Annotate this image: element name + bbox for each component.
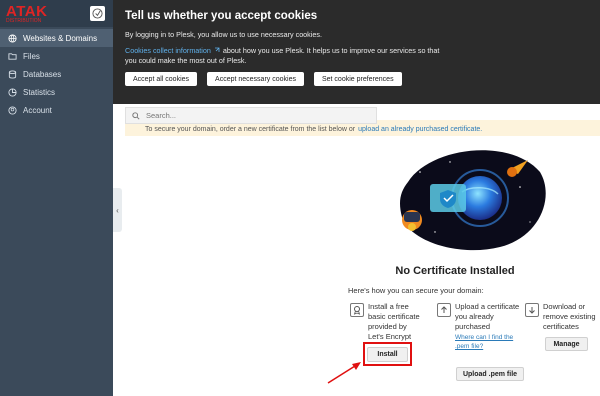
check-badge-icon (90, 6, 105, 21)
sidebar-item-label: Databases (23, 69, 62, 79)
sidebar-item-databases[interactable]: Databases (0, 65, 113, 83)
no-certificate-heading: No Certificate Installed (395, 265, 515, 277)
option-lets-encrypt: Install a free basic certificate provide… (350, 302, 424, 342)
sidebar-item-label: Account (23, 105, 52, 115)
option-text: Upload a certificate you already purchas… (455, 302, 520, 331)
globe-icon (8, 33, 17, 43)
cookie-description: Cookies collect information about how yo… (125, 46, 588, 66)
sidebar-item-files[interactable]: Files (0, 47, 113, 65)
chart-icon (8, 87, 17, 97)
logo-subtitle: DISTRIBUTION (6, 18, 42, 24)
sidebar-item-websites-domains[interactable]: Websites & Domains (0, 29, 113, 47)
find-pem-file-link[interactable]: Where can I find the .pem file? (455, 333, 521, 351)
option-manage-certificates: Download or remove existing certificates (525, 302, 599, 332)
upload-icon (437, 303, 451, 317)
sidebar-item-account[interactable]: Account (0, 101, 113, 119)
download-icon (525, 303, 539, 317)
accept-all-cookies-button[interactable]: Accept all cookies (125, 72, 198, 86)
red-arrow-annotation (327, 362, 361, 384)
database-icon (8, 69, 17, 79)
sidebar-item-label: Statistics (23, 87, 56, 97)
manage-button[interactable]: Manage (545, 337, 588, 351)
search-icon (132, 111, 140, 120)
option-text: Install a free basic certificate provide… (368, 302, 420, 341)
certificate-icon (350, 303, 364, 317)
logo-area: ATAK DISTRIBUTION (0, 0, 113, 27)
accept-necessary-cookies-button[interactable]: Accept necessary cookies (207, 72, 304, 86)
secure-domain-subheading: Here's how you can secure your domain: (348, 286, 484, 295)
sidebar-item-label: Websites & Domains (23, 33, 98, 43)
upload-pem-file-button[interactable]: Upload .pem file (456, 367, 524, 381)
logo[interactable]: ATAK DISTRIBUTION (6, 3, 47, 24)
sidebar-item-label: Files (23, 51, 40, 61)
user-icon (8, 105, 17, 115)
highlight-box (363, 342, 412, 366)
sidebar-item-statistics[interactable]: Statistics (0, 83, 113, 101)
search-input[interactable] (146, 111, 346, 120)
upload-purchased-certificate-link[interactable]: upload an already purchased certificate. (358, 126, 482, 133)
option-upload-certificate: Upload a certificate you already purchas… (437, 302, 521, 351)
folder-icon (8, 52, 17, 60)
sidebar-collapse-handle[interactable]: ‹ (113, 188, 122, 232)
search-bar (125, 107, 377, 124)
cookie-buttons: Accept all cookies Accept necessary cook… (125, 72, 588, 86)
info-text: To secure your domain, order a new certi… (145, 126, 356, 133)
cookie-line-3: you could make the most out of Plesk. (125, 56, 247, 65)
set-cookie-preferences-button[interactable]: Set cookie preferences (313, 72, 402, 86)
cookie-line-1: By logging in to Plesk, you allow us to … (125, 30, 322, 39)
option-text: Download or remove existing certificates (543, 302, 596, 331)
cookie-line-2: about how you use Plesk. It helps us to … (220, 46, 440, 55)
cookie-title: Tell us whether you accept cookies (125, 10, 318, 22)
cookies-info-link[interactable]: Cookies collect information (125, 46, 211, 55)
option-text-block: Upload a certificate you already purchas… (455, 302, 521, 351)
sidebar-nav: Websites & Domains Files Databases Stati… (0, 29, 113, 119)
sidebar: ATAK DISTRIBUTION Websites & Domains Fil… (0, 0, 113, 396)
external-link-icon (214, 47, 220, 52)
cookie-banner: Tell us whether you accept cookies By lo… (113, 0, 600, 104)
ssl-illustration (400, 150, 546, 251)
